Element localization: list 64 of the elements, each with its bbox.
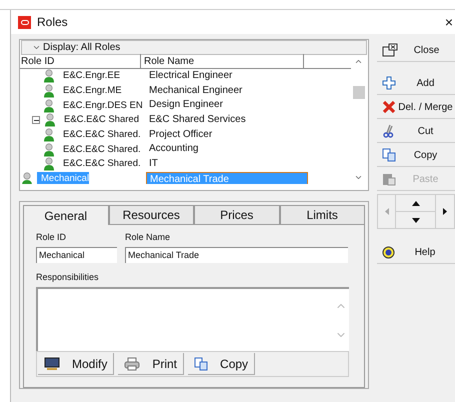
- window-title: Roles: [37, 14, 68, 31]
- right-triangle-icon: [443, 208, 447, 215]
- person-icon: [43, 84, 55, 98]
- copy-icon: [382, 148, 396, 162]
- side-button[interactable]: Copy: [377, 144, 455, 167]
- close-button[interactable]: ×: [444, 12, 453, 32]
- plus-icon: [382, 76, 396, 90]
- scroll-up-icon[interactable]: [354, 57, 363, 66]
- clipboard-icon: [382, 172, 396, 186]
- person-icon: [44, 113, 56, 128]
- side-button[interactable]: Add: [377, 72, 455, 95]
- scissors-icon: [382, 124, 396, 138]
- role-name-cell-text: E&C Shared Services: [148, 113, 247, 128]
- app-icon: [18, 16, 31, 28]
- person-icon: [21, 172, 33, 184]
- collapse-toggle[interactable]: [32, 116, 40, 124]
- role-id-cell[interactable]: E&C.E&C Shared.: [59, 157, 141, 172]
- role-id-cell[interactable]: E&C.E&C Shared: [60, 113, 139, 128]
- chevron-icon: [32, 43, 41, 52]
- side-button[interactable]: Del. / Merge: [377, 96, 455, 119]
- side-button[interactable]: Cut: [377, 120, 455, 143]
- column-header[interactable]: Role Name: [141, 54, 304, 69]
- role-id-cell[interactable]: E&C.E&C Shared.: [59, 142, 141, 157]
- tab[interactable]: Prices: [194, 205, 280, 225]
- help-button[interactable]: Help: [377, 241, 455, 264]
- role-id-cell[interactable]: E&C.Engr.EE: [59, 69, 120, 84]
- scroll-down-icon[interactable]: [354, 173, 363, 182]
- person-icon: [43, 98, 55, 113]
- monitor-icon: [44, 356, 60, 370]
- delete-icon: [382, 100, 396, 114]
- role-name-cell-text: Project Officer: [148, 128, 214, 142]
- up-triangle-icon: [412, 200, 420, 206]
- role-id-cell[interactable]: E&C.Engr.ME: [59, 84, 122, 98]
- role-id-cell[interactable]: E&C.Engr.DES EN: [59, 98, 143, 113]
- field-label: Role ID: [36, 231, 68, 244]
- person-icon: [43, 157, 55, 172]
- tab[interactable]: General: [23, 205, 108, 225]
- scroll-thumb[interactable]: [352, 86, 364, 99]
- field-label: Role Name: [125, 231, 172, 244]
- person-icon: [43, 142, 55, 157]
- side-button[interactable]: Close: [377, 39, 455, 62]
- role-name-cell: Mechanical Trade: [146, 172, 308, 184]
- role-name-field[interactable]: Mechanical Trade: [125, 246, 348, 262]
- toolbar-button[interactable]: Print: [118, 353, 184, 375]
- window-icon: [382, 43, 398, 57]
- role-id-field[interactable]: Mechanical: [36, 246, 117, 262]
- person-icon: [43, 128, 55, 142]
- tab[interactable]: Limits: [280, 205, 365, 225]
- tab[interactable]: Resources: [108, 205, 194, 225]
- printer-icon: [124, 356, 140, 370]
- field-label: Responsibilities: [36, 270, 100, 284]
- role-name-cell-text: Design Engineer: [148, 98, 224, 112]
- left-triangle-icon: [384, 208, 388, 215]
- column-header[interactable]: Role ID: [20, 54, 141, 69]
- help-icon: [382, 246, 395, 258]
- toolbar-button[interactable]: Modify: [38, 353, 114, 375]
- role-name-cell-text: Mechanical Engineer: [148, 84, 244, 98]
- toolbar-button[interactable]: Copy: [188, 353, 256, 375]
- copy-icon: [194, 356, 208, 370]
- role-name-cell-text: Accounting: [148, 142, 200, 156]
- role-name-cell-text: IT: [148, 157, 159, 172]
- down-triangle-icon: [412, 218, 420, 222]
- role-name-cell-text: Electrical Engineer: [148, 69, 234, 83]
- role-id-cell[interactable]: E&C.E&C Shared.: [59, 128, 141, 142]
